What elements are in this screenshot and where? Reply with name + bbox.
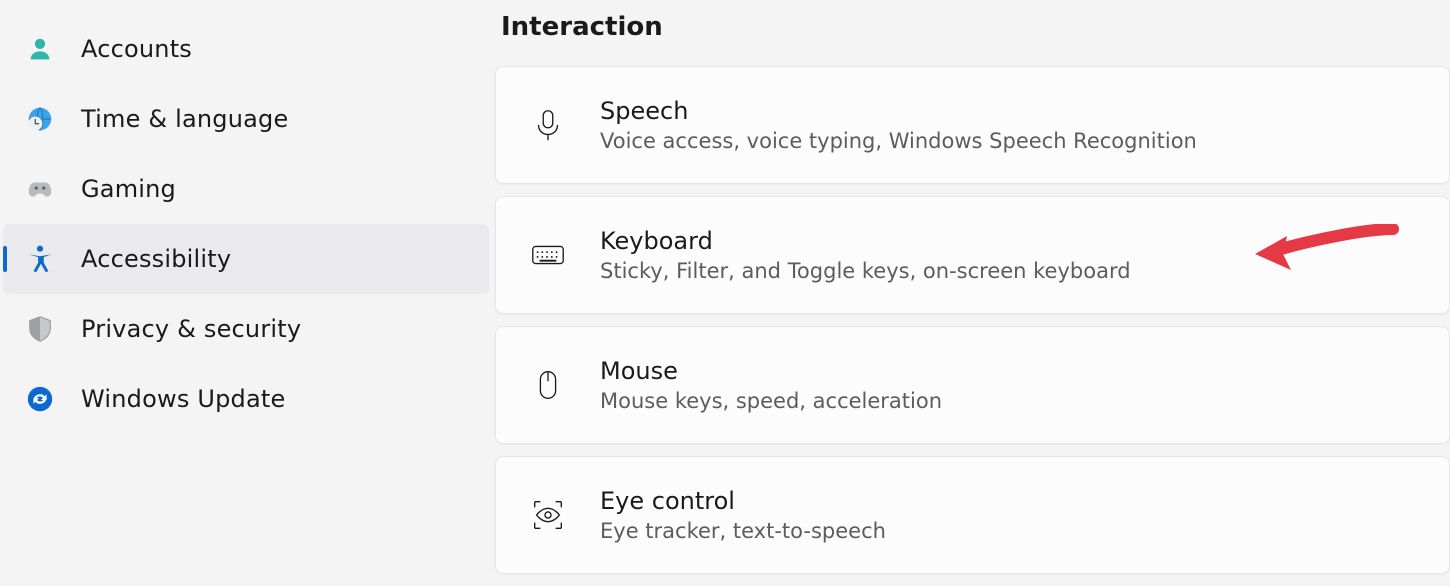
speech-icon xyxy=(526,103,570,147)
settings-content: Interaction Speech Voice access, voice t… xyxy=(495,0,1450,586)
card-subtitle: Voice access, voice typing, Windows Spee… xyxy=(600,129,1197,153)
windows-update-icon xyxy=(23,382,57,416)
settings-sidebar: Accounts Time & language xyxy=(0,0,495,586)
card-keyboard[interactable]: Keyboard Sticky, Filter, and Toggle keys… xyxy=(495,196,1450,314)
time-language-icon xyxy=(23,102,57,136)
sidebar-item-accounts[interactable]: Accounts xyxy=(3,14,489,84)
card-eye-control[interactable]: Eye control Eye tracker, text-to-speech xyxy=(495,456,1450,574)
card-mouse[interactable]: Mouse Mouse keys, speed, acceleration xyxy=(495,326,1450,444)
card-title: Keyboard xyxy=(600,227,1131,255)
gaming-icon xyxy=(23,172,57,206)
accounts-icon xyxy=(23,32,57,66)
card-text: Speech Voice access, voice typing, Windo… xyxy=(600,97,1197,153)
card-title: Speech xyxy=(600,97,1197,125)
accessibility-icon xyxy=(23,242,57,276)
card-text: Mouse Mouse keys, speed, acceleration xyxy=(600,357,942,413)
sidebar-item-windows-update[interactable]: Windows Update xyxy=(3,364,489,434)
sidebar-item-privacy[interactable]: Privacy & security xyxy=(3,294,489,364)
card-text: Keyboard Sticky, Filter, and Toggle keys… xyxy=(600,227,1131,283)
sidebar-item-accessibility[interactable]: Accessibility xyxy=(3,224,489,294)
eye-control-icon xyxy=(526,493,570,537)
sidebar-item-time-language[interactable]: Time & language xyxy=(3,84,489,154)
card-speech[interactable]: Speech Voice access, voice typing, Windo… xyxy=(495,66,1450,184)
sidebar-item-label: Accessibility xyxy=(81,245,231,273)
card-text: Eye control Eye tracker, text-to-speech xyxy=(600,487,886,543)
card-subtitle: Sticky, Filter, and Toggle keys, on-scre… xyxy=(600,259,1131,283)
sidebar-item-label: Privacy & security xyxy=(81,315,301,343)
mouse-icon xyxy=(526,363,570,407)
card-title: Mouse xyxy=(600,357,942,385)
sidebar-item-label: Gaming xyxy=(81,175,176,203)
privacy-icon xyxy=(23,312,57,346)
keyboard-icon xyxy=(526,233,570,277)
sidebar-item-label: Time & language xyxy=(81,105,288,133)
sidebar-item-gaming[interactable]: Gaming xyxy=(3,154,489,224)
card-subtitle: Eye tracker, text-to-speech xyxy=(600,519,886,543)
section-title: Interaction xyxy=(501,12,1450,42)
card-subtitle: Mouse keys, speed, acceleration xyxy=(600,389,942,413)
sidebar-item-label: Windows Update xyxy=(81,385,285,413)
card-title: Eye control xyxy=(600,487,886,515)
sidebar-item-label: Accounts xyxy=(81,35,192,63)
